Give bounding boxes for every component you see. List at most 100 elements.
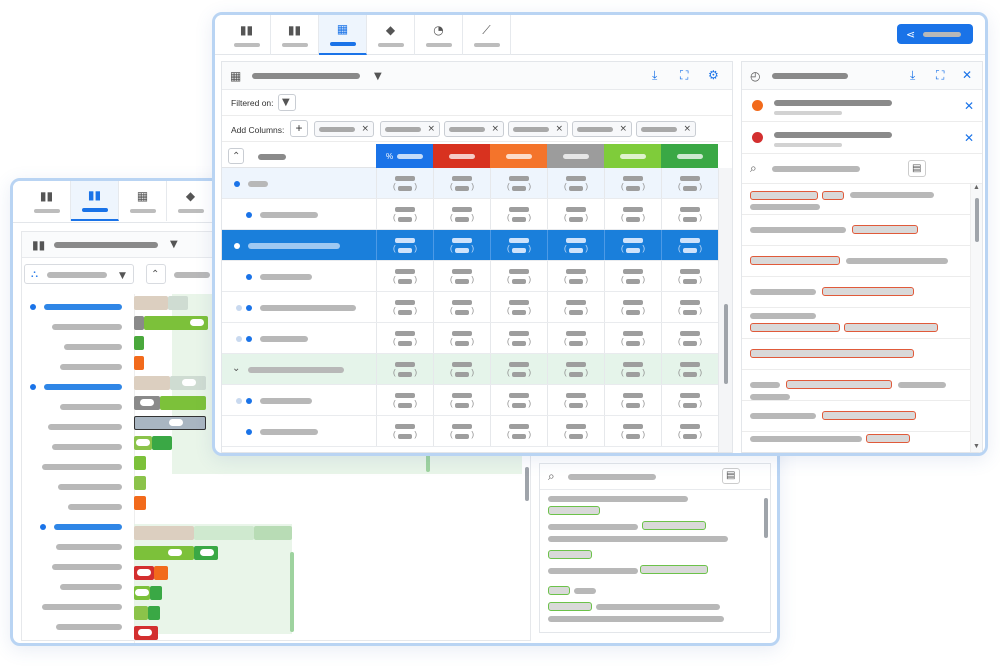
fullscreen-icon[interactable]: ⛶ — [936, 69, 944, 81]
table-row[interactable] — [222, 416, 718, 447]
column-header[interactable] — [547, 144, 604, 168]
grouping-select[interactable]: ⛬ ▼ — [24, 264, 134, 284]
search-icon[interactable]: ⌕ — [548, 470, 555, 482]
stacked-bar-icon: ▮▮ — [32, 238, 46, 252]
collapse-all-button[interactable]: ⌃ — [228, 148, 244, 164]
list-item[interactable] — [742, 432, 970, 452]
trend-icon: ⟋ — [482, 22, 491, 37]
comment-button[interactable]: ▤ — [722, 468, 740, 484]
add-columns-label: Add Columns: — [231, 125, 285, 135]
download-icon[interactable]: ⤓ — [910, 69, 915, 81]
fullscreen-icon[interactable]: ⛶ — [680, 69, 688, 81]
remove-icon[interactable]: × — [555, 124, 563, 134]
comment-scrollbar-thumb[interactable] — [975, 198, 979, 242]
table-scrollbar-thumb[interactable] — [724, 304, 728, 384]
tab-bar-chart[interactable]: ▮▮ — [23, 181, 71, 221]
column-chip[interactable]: × — [636, 121, 696, 137]
list-item[interactable] — [742, 184, 970, 215]
share-icon: ⋖ — [906, 27, 916, 41]
comments-panel: ◴ ⤓ ⛶ ✕ ✕ ✕ ⌕ ▤ ▲ ▼ — [741, 61, 983, 453]
collapse-button[interactable]: ⌃ — [146, 264, 166, 284]
comment-list — [742, 184, 970, 452]
tab-table[interactable]: ▦ — [119, 181, 167, 221]
tab-stacked-bar[interactable]: ▮▮ — [71, 181, 119, 221]
list-item[interactable] — [742, 339, 970, 370]
table-scrollbar[interactable] — [718, 168, 732, 452]
close-icon[interactable]: ✕ — [962, 69, 972, 81]
remove-icon[interactable]: × — [427, 124, 435, 134]
table-row[interactable] — [222, 385, 718, 416]
table-row[interactable] — [222, 261, 718, 292]
download-icon[interactable]: ⤓ — [652, 69, 657, 81]
hierarchy-icon: ⛬ — [31, 269, 38, 280]
gauge-icon: ◔ — [433, 22, 444, 37]
list-item[interactable] — [742, 277, 970, 308]
shapes-icon: ◆ — [185, 188, 196, 203]
list-item[interactable] — [742, 308, 970, 339]
column-chip[interactable]: × — [380, 121, 440, 137]
table-row[interactable] — [222, 292, 718, 323]
list-item[interactable] — [742, 246, 970, 277]
table-row[interactable] — [222, 199, 718, 230]
column-header[interactable] — [490, 144, 547, 168]
plus-icon: + — [295, 121, 303, 135]
chevron-up-icon: ⌃ — [232, 151, 241, 162]
remove-icon[interactable]: × — [361, 124, 369, 134]
tab-shapes[interactable]: ◆ — [167, 181, 215, 221]
comment-button[interactable]: ▤ — [908, 160, 926, 177]
tab-trend[interactable]: ⟋ — [463, 15, 511, 55]
tab-gauge[interactable]: ◔ — [415, 15, 463, 55]
table-row[interactable] — [222, 168, 718, 199]
settings-icon[interactable]: ⚙ — [708, 69, 719, 81]
column-header[interactable] — [661, 144, 718, 168]
shapes-icon: ◆ — [385, 22, 396, 37]
status-orange-icon — [752, 100, 763, 111]
close-icon[interactable]: ✕ — [964, 100, 974, 112]
close-icon[interactable]: ✕ — [964, 132, 974, 144]
back-scrollbar-thumb[interactable] — [525, 467, 529, 501]
column-chip[interactable]: × — [314, 121, 374, 137]
comment-scrollbar[interactable]: ▲ ▼ — [970, 184, 982, 452]
scroll-up-icon[interactable]: ▲ — [973, 184, 980, 191]
filter-icon: ▼ — [282, 97, 290, 108]
chevron-down-icon[interactable]: ▼ — [170, 239, 178, 251]
column-chip[interactable]: × — [444, 121, 504, 137]
table-row-selected[interactable] — [222, 230, 718, 261]
filter-button[interactable]: ▼ — [278, 94, 296, 111]
column-header[interactable] — [604, 144, 661, 168]
add-column-button[interactable]: + — [290, 120, 308, 137]
tab-bar-chart[interactable]: ▮▮ — [223, 15, 271, 55]
column-header[interactable] — [433, 144, 490, 168]
chevron-up-icon: ⌃ — [151, 269, 160, 280]
remove-icon[interactable]: × — [683, 124, 691, 134]
table-dashboard-window: ▮▮ ▮▮ ▦ ◆ ◔ ⟋ ⋖ ▦ ▼ ⤓ ⛶ ⚙ Filtered on: ▼… — [212, 12, 988, 456]
list-item[interactable] — [742, 215, 970, 246]
comment-icon: ▤ — [726, 470, 736, 481]
scroll-down-icon[interactable]: ▼ — [973, 443, 980, 450]
chevron-down-icon: ▼ — [119, 271, 126, 281]
share-button[interactable]: ⋖ — [897, 24, 973, 44]
alert-item[interactable]: ✕ — [742, 90, 982, 122]
tab-shapes[interactable]: ◆ — [367, 15, 415, 55]
remove-icon[interactable]: × — [619, 124, 627, 134]
chevron-down-icon[interactable]: ▼ — [374, 71, 382, 83]
table-body: ⌄ — [222, 168, 718, 452]
search-icon[interactable]: ⌕ — [750, 162, 757, 174]
table-header-row: ⌃ % — [222, 144, 718, 168]
trend-circle-icon: ◴ — [750, 69, 761, 83]
list-item[interactable] — [742, 370, 970, 401]
remove-icon[interactable]: × — [491, 124, 499, 134]
tab-table[interactable]: ▦ — [319, 15, 367, 55]
table-group-row[interactable]: ⌄ — [222, 354, 718, 385]
chevron-down-icon[interactable]: ⌄ — [232, 363, 240, 375]
alert-item[interactable]: ✕ — [742, 122, 982, 154]
column-chip[interactable]: × — [572, 121, 632, 137]
table-icon: ▦ — [136, 188, 149, 203]
column-chip[interactable]: × — [508, 121, 568, 137]
comment-scrollbar-thumb[interactable] — [764, 498, 768, 538]
table-row[interactable] — [222, 323, 718, 354]
comments-panel-header: ◴ ⤓ ⛶ ✕ — [742, 62, 982, 90]
tab-stacked-bar[interactable]: ▮▮ — [271, 15, 319, 55]
list-item[interactable] — [742, 401, 970, 432]
column-header[interactable]: % — [376, 144, 433, 168]
